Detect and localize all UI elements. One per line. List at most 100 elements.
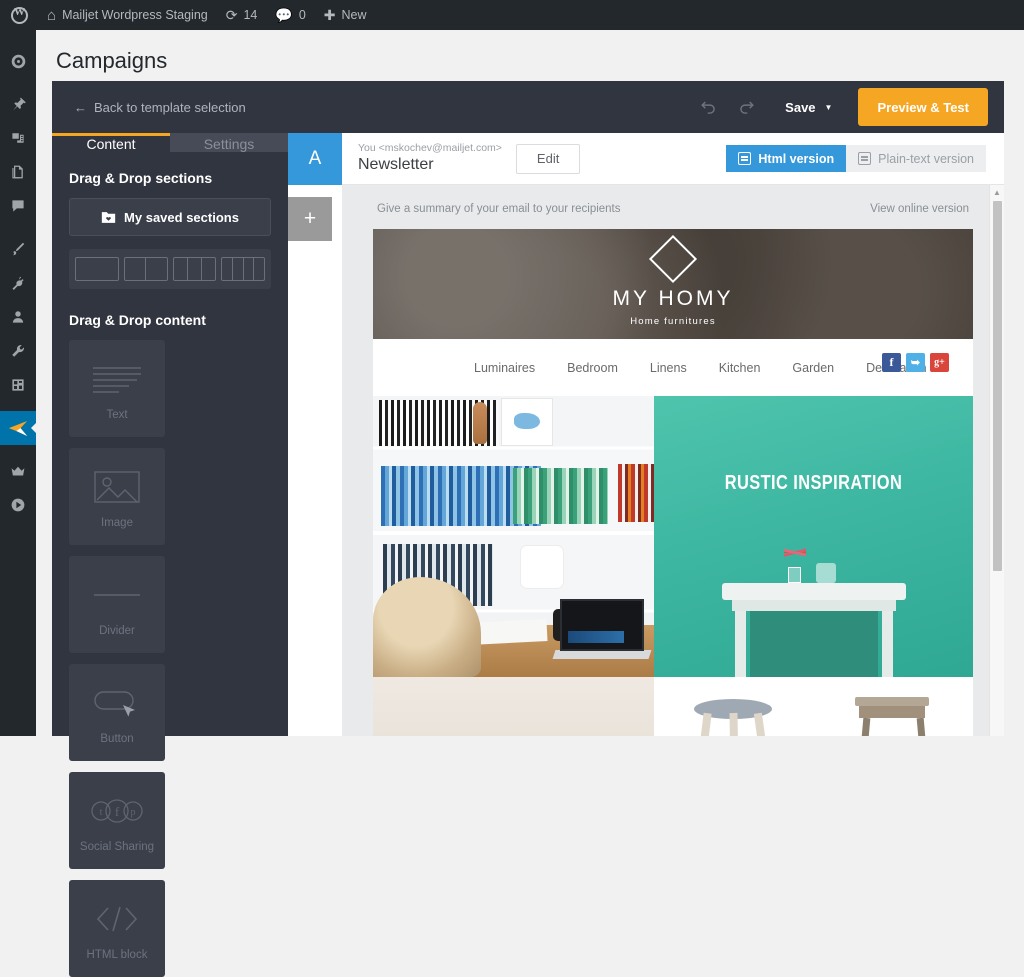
sidebar-item-pages[interactable] (0, 155, 36, 189)
html-version-tab[interactable]: Html version (726, 145, 847, 172)
plugins-plug-icon (12, 276, 24, 290)
redo-button[interactable] (729, 90, 763, 124)
wordpress-logo-icon (11, 6, 28, 24)
new-label: New (341, 8, 367, 22)
page-title: Campaigns (56, 48, 168, 73)
comments-count: 0 (298, 8, 306, 22)
sidebar-item-mailjet[interactable] (0, 411, 37, 445)
rustic-inspiration-banner[interactable]: RUSTIC INSPIRATION (654, 396, 973, 678)
email-sender: You <mskochev@mailjet.com> (358, 142, 502, 155)
undo-button[interactable] (691, 90, 725, 124)
white-lamp (521, 546, 563, 589)
save-dropdown-button[interactable]: Save ▼ (767, 100, 844, 115)
side-table-leg-right (916, 718, 929, 736)
hero-logo-block: MY HOMY Home furnitures (373, 229, 973, 339)
content-block-html[interactable]: HTML block (69, 880, 165, 977)
sidebar-item-media[interactable] (0, 121, 36, 155)
product-left-photo[interactable] (373, 677, 654, 736)
new-content-menu[interactable]: ✚ New (315, 0, 376, 30)
email-nav-links: LuminairesBedroomLinensKitchenGardenDeco… (458, 353, 927, 383)
plain-text-version-tab[interactable]: Plain-text version (846, 145, 986, 172)
edit-subject-button[interactable]: Edit (515, 143, 581, 174)
side-table-apron (859, 706, 926, 719)
nav-link-luminaires[interactable]: Luminaires (474, 361, 535, 375)
table-shadow (749, 611, 878, 678)
sidebar-item-settings[interactable] (0, 368, 36, 402)
view-online-link[interactable]: View online version (870, 203, 969, 215)
version-toggle: Html version Plain-text version (726, 145, 986, 172)
sidebar-item-tools[interactable] (0, 334, 36, 368)
plain-doc-icon (858, 152, 872, 165)
plus-icon: ✚ (323, 7, 336, 23)
tab-settings[interactable]: Settings (170, 133, 288, 152)
google-plus-icon[interactable]: g+ (930, 353, 949, 372)
wp-logo-button[interactable] (0, 0, 38, 30)
scrollbar-thumb[interactable] (993, 201, 1002, 571)
nav-link-kitchen[interactable]: Kitchen (719, 361, 761, 375)
site-name-menu[interactable]: ⌂ Mailjet Wordpress Staging (38, 0, 217, 30)
panel-content: Drag & Drop sections My saved sections D… (52, 152, 288, 977)
layout-3-columns[interactable] (172, 257, 217, 281)
preview-and-test-button[interactable]: Preview & Test (858, 88, 988, 126)
back-to-template-selection-link[interactable]: ← Back to template selection (74, 100, 246, 115)
divider-line-icon (92, 573, 142, 617)
sidebar-item-plugins[interactable] (0, 266, 36, 300)
add-block-button[interactable]: + (288, 197, 332, 241)
product-side-table[interactable] (843, 691, 943, 736)
posts-pin-icon (13, 97, 26, 111)
layout-1-column[interactable] (75, 257, 119, 281)
product-left-background (373, 677, 654, 736)
content-block-image[interactable]: Image (69, 448, 165, 545)
preheader-row: Give a summary of your email to your rec… (373, 185, 973, 229)
sidebar-item-posts[interactable] (0, 87, 36, 121)
svg-text:t: t (100, 807, 103, 818)
product-stool[interactable] (684, 691, 784, 736)
my-saved-sections-button[interactable]: My saved sections (69, 198, 271, 236)
content-block-html-label: HTML block (86, 948, 148, 961)
back-link-label: Back to template selection (94, 99, 246, 115)
editor-rail: A + (288, 133, 342, 736)
layout-2-columns[interactable] (123, 257, 168, 281)
nav-link-bedroom[interactable]: Bedroom (567, 361, 618, 375)
content-block-image-label: Image (101, 516, 133, 529)
panel-tabs: Content Settings (52, 133, 288, 152)
bookshelf-desk-photo[interactable] (373, 396, 654, 678)
undo-icon (700, 100, 715, 114)
email-header-bar: You <mskochev@mailjet.com> Newsletter Ed… (342, 133, 1004, 185)
sidebar-item-users[interactable] (0, 300, 36, 334)
nav-link-linens[interactable]: Linens (650, 361, 687, 375)
facebook-icon[interactable]: f (882, 353, 901, 372)
comments-menu[interactable]: 💬 0 (266, 0, 314, 30)
email-hero-banner[interactable]: MY HOMY Home furnitures (373, 229, 973, 339)
text-lines-icon (91, 357, 143, 401)
text-styles-button[interactable]: A (288, 133, 342, 185)
content-block-divider[interactable]: Divider (69, 556, 165, 653)
preheader-text[interactable]: Give a summary of your email to your rec… (377, 203, 621, 215)
nav-link-garden[interactable]: Garden (792, 361, 834, 375)
side-table-top (855, 697, 930, 707)
page-wrap: Campaigns ← Back to template selection S… (36, 30, 1024, 977)
sidebar-item-premium[interactable] (0, 454, 36, 488)
scroll-up-arrow-icon[interactable]: ▲ (990, 185, 1004, 199)
pages-icon (12, 165, 23, 179)
preview-scrollbar[interactable]: ▲ (989, 185, 1004, 736)
twitter-icon[interactable]: ➥ (906, 353, 925, 372)
sidebar-item-media-player[interactable] (0, 488, 36, 522)
content-block-text[interactable]: Text (69, 340, 165, 437)
sidebar-item-appearance[interactable] (0, 232, 36, 266)
email-nav-row[interactable]: LuminairesBedroomLinensKitchenGardenDeco… (373, 339, 973, 396)
sidebar-item-comments[interactable] (0, 189, 36, 223)
content-heading: Drag & Drop content (69, 312, 206, 328)
updates-menu[interactable]: ⟳ 14 (217, 0, 267, 30)
content-block-social-sharing[interactable]: t f p Social Sharing (69, 772, 165, 869)
email-social-icons: f ➥ g+ (882, 353, 949, 372)
updates-icon: ⟳ (225, 7, 238, 23)
flower-stems (783, 535, 806, 570)
content-block-button[interactable]: Button (69, 664, 165, 761)
layout-4-columns[interactable] (221, 257, 265, 281)
email-canvas: Give a summary of your email to your rec… (342, 185, 1004, 736)
sidebar-item-dashboard[interactable] (0, 44, 36, 78)
email-body: Give a summary of your email to your rec… (373, 185, 973, 736)
svg-text:p: p (131, 807, 136, 818)
tab-content[interactable]: Content (52, 133, 170, 152)
